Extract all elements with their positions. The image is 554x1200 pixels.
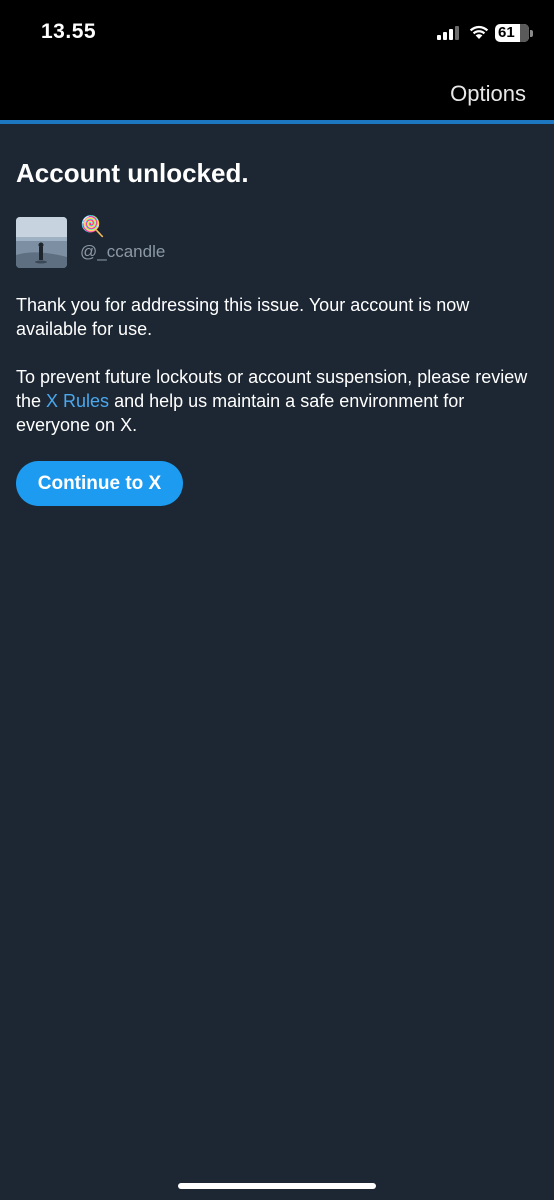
unlock-message: Thank you for addressing this issue. You… xyxy=(16,295,470,339)
home-indicator[interactable] xyxy=(178,1183,376,1189)
options-button[interactable]: Options xyxy=(450,81,526,107)
avatar xyxy=(16,217,67,268)
x-rules-link[interactable]: X Rules xyxy=(46,391,109,411)
nav-divider xyxy=(0,120,554,124)
rules-message: To prevent future lockouts or account su… xyxy=(16,365,536,437)
battery-icon: 61 xyxy=(495,24,533,42)
battery-cap xyxy=(530,30,533,37)
display-name: 🍭 xyxy=(80,216,105,238)
status-bar: 13.55 61 xyxy=(0,0,554,70)
cellular-signal-icon xyxy=(437,26,459,40)
status-time: 13.55 xyxy=(41,20,97,43)
avatar-photo xyxy=(16,217,67,268)
battery-empty-portion xyxy=(520,24,529,42)
continue-button[interactable]: Continue to X xyxy=(16,461,183,506)
navigation-bar: Options xyxy=(0,70,554,120)
page-title: Account unlocked. xyxy=(16,158,249,188)
username: @_ccandle xyxy=(80,242,166,261)
battery-level: 61 xyxy=(498,24,515,41)
wifi-icon xyxy=(469,25,489,39)
